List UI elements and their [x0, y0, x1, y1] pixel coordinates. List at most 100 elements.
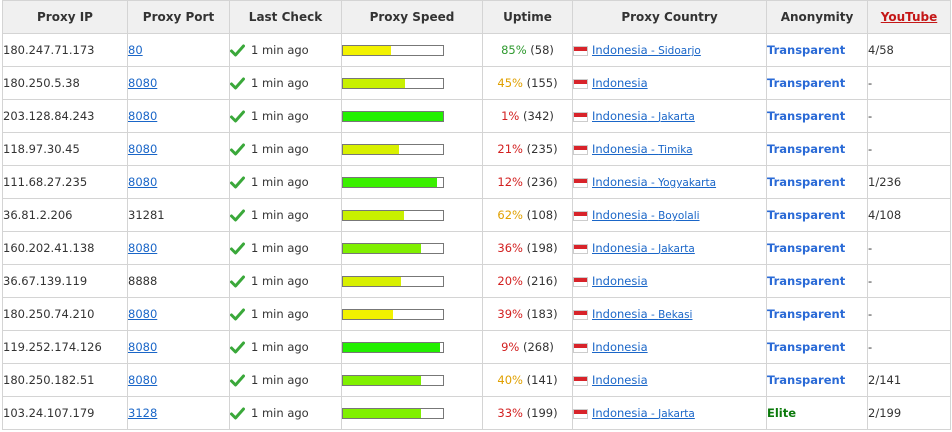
- city-link[interactable]: Jakarta: [658, 408, 695, 420]
- uptime-cell: 85% (58): [482, 33, 573, 67]
- proxy-ip-cell: 36.81.2.206: [2, 198, 128, 232]
- port-link[interactable]: 8080: [129, 175, 158, 189]
- last-check-text: 1 min ago: [251, 43, 309, 57]
- proxy-port-cell: 8080: [127, 363, 230, 397]
- port-link[interactable]: 8080: [129, 307, 158, 321]
- speed-bar: [342, 44, 444, 56]
- port-link[interactable]: 8080: [129, 142, 158, 156]
- city-link[interactable]: Sidoarjo: [658, 45, 701, 57]
- last-check-text: 1 min ago: [251, 406, 309, 420]
- country-link[interactable]: Indonesia: [592, 109, 648, 123]
- checkmark-icon: [230, 275, 245, 288]
- last-check-text: 1 min ago: [251, 241, 309, 255]
- table-row: 111.68.27.235 8080 1 min ago 12% (236) Indon…: [2, 165, 951, 199]
- uptime-count: (342): [522, 109, 554, 123]
- country-link[interactable]: Indonesia: [592, 241, 648, 255]
- city-link[interactable]: Bekasi: [658, 309, 692, 321]
- anonymity-cell: Elite: [766, 396, 868, 430]
- indonesia-flag-icon: [573, 342, 588, 353]
- header-anonymity[interactable]: Anonymity: [766, 0, 868, 34]
- port-link[interactable]: 80: [129, 43, 143, 57]
- proxy-port-cell: 8080: [127, 132, 230, 166]
- country-link[interactable]: Indonesia: [592, 274, 648, 288]
- city-link[interactable]: Jakarta: [658, 111, 695, 123]
- port-link[interactable]: 8080: [129, 373, 158, 387]
- header-proxy-speed[interactable]: Proxy Speed: [341, 0, 483, 34]
- uptime-percent: 1%: [501, 109, 520, 123]
- youtube-cell: 2/199: [867, 396, 951, 430]
- uptime-percent: 39%: [497, 307, 523, 321]
- uptime-cell: 40% (141): [482, 363, 573, 397]
- port-link[interactable]: 3128: [129, 406, 158, 420]
- country-link[interactable]: Indonesia: [592, 373, 648, 387]
- proxy-port-cell: 3128: [127, 396, 230, 430]
- proxy-ip-cell: 111.68.27.235: [2, 165, 128, 199]
- last-check-text: 1 min ago: [251, 142, 309, 156]
- header-proxy-country[interactable]: Proxy Country: [572, 0, 767, 34]
- speed-bar: [342, 143, 444, 155]
- checkmark-icon: [230, 308, 245, 321]
- country-city-separator: -: [647, 243, 659, 255]
- country-link[interactable]: Indonesia: [592, 406, 648, 420]
- youtube-cell: -: [867, 66, 951, 100]
- proxy-country-cell: Indonesia - Timika: [572, 132, 767, 166]
- header-youtube[interactable]: YouTube: [867, 0, 951, 34]
- proxy-speed-cell: [341, 396, 483, 430]
- anonymity-cell: Transparent: [766, 231, 868, 265]
- uptime-percent: 62%: [497, 208, 523, 222]
- country-link[interactable]: Indonesia: [592, 142, 648, 156]
- proxy-country-cell: Indonesia - Jakarta: [572, 396, 767, 430]
- port-link[interactable]: 8080: [129, 340, 158, 354]
- city-link[interactable]: Jakarta: [658, 243, 695, 255]
- header-uptime[interactable]: Uptime: [482, 0, 573, 34]
- anonymity-cell: Transparent: [766, 363, 868, 397]
- port-value: 31281: [128, 208, 165, 222]
- indonesia-flag-icon: [573, 78, 588, 89]
- header-last-check[interactable]: Last Check: [229, 0, 342, 34]
- table-row: 36.67.139.119 8888 1 min ago 20% (216) Indon…: [2, 264, 951, 298]
- youtube-cell: 4/58: [867, 33, 951, 67]
- country-link[interactable]: Indonesia: [592, 175, 648, 189]
- anonymity-cell: Transparent: [766, 198, 868, 232]
- proxy-port-cell: 80: [127, 33, 230, 67]
- youtube-link[interactable]: YouTube: [881, 10, 938, 24]
- proxy-speed-cell: [341, 198, 483, 232]
- uptime-count: (199): [526, 406, 558, 420]
- speed-bar: [342, 275, 444, 287]
- country-link[interactable]: Indonesia: [592, 43, 648, 57]
- country-city-separator: -: [647, 309, 659, 321]
- city-link[interactable]: Boyolali: [658, 210, 699, 222]
- table-row: 180.247.71.173 80 1 min ago 85% (58) Indones…: [2, 33, 951, 67]
- proxy-ip-cell: 180.250.5.38: [2, 66, 128, 100]
- proxy-rows: 180.247.71.173 80 1 min ago 85% (58) Indones…: [2, 33, 951, 430]
- speed-bar-fill: [343, 45, 391, 55]
- port-link[interactable]: 8080: [129, 109, 158, 123]
- indonesia-flag-icon: [573, 144, 588, 155]
- indonesia-flag-icon: [573, 375, 588, 386]
- header-proxy-port[interactable]: Proxy Port: [127, 0, 230, 34]
- checkmark-icon: [230, 407, 245, 420]
- country-link[interactable]: Indonesia: [592, 307, 648, 321]
- uptime-count: (198): [526, 241, 558, 255]
- uptime-percent: 33%: [497, 406, 523, 420]
- country-link[interactable]: Indonesia: [592, 208, 648, 222]
- checkmark-icon: [230, 176, 245, 189]
- city-link[interactable]: Timika: [658, 144, 692, 156]
- speed-bar-fill: [343, 309, 393, 319]
- header-proxy-ip[interactable]: Proxy IP: [2, 0, 128, 34]
- country-link[interactable]: Indonesia: [592, 76, 648, 90]
- checkmark-icon: [230, 44, 245, 57]
- proxy-speed-cell: [341, 99, 483, 133]
- speed-bar: [342, 242, 444, 254]
- port-link[interactable]: 8080: [129, 241, 158, 255]
- proxy-port-cell: 8080: [127, 165, 230, 199]
- checkmark-icon: [230, 209, 245, 222]
- port-link[interactable]: 8080: [129, 76, 158, 90]
- proxy-speed-cell: [341, 231, 483, 265]
- youtube-cell: -: [867, 297, 951, 331]
- country-link[interactable]: Indonesia: [592, 340, 648, 354]
- last-check-cell: 1 min ago: [229, 396, 342, 430]
- uptime-percent: 21%: [497, 142, 523, 156]
- proxy-ip-cell: 180.250.74.210: [2, 297, 128, 331]
- city-link[interactable]: Yogyakarta: [658, 177, 716, 189]
